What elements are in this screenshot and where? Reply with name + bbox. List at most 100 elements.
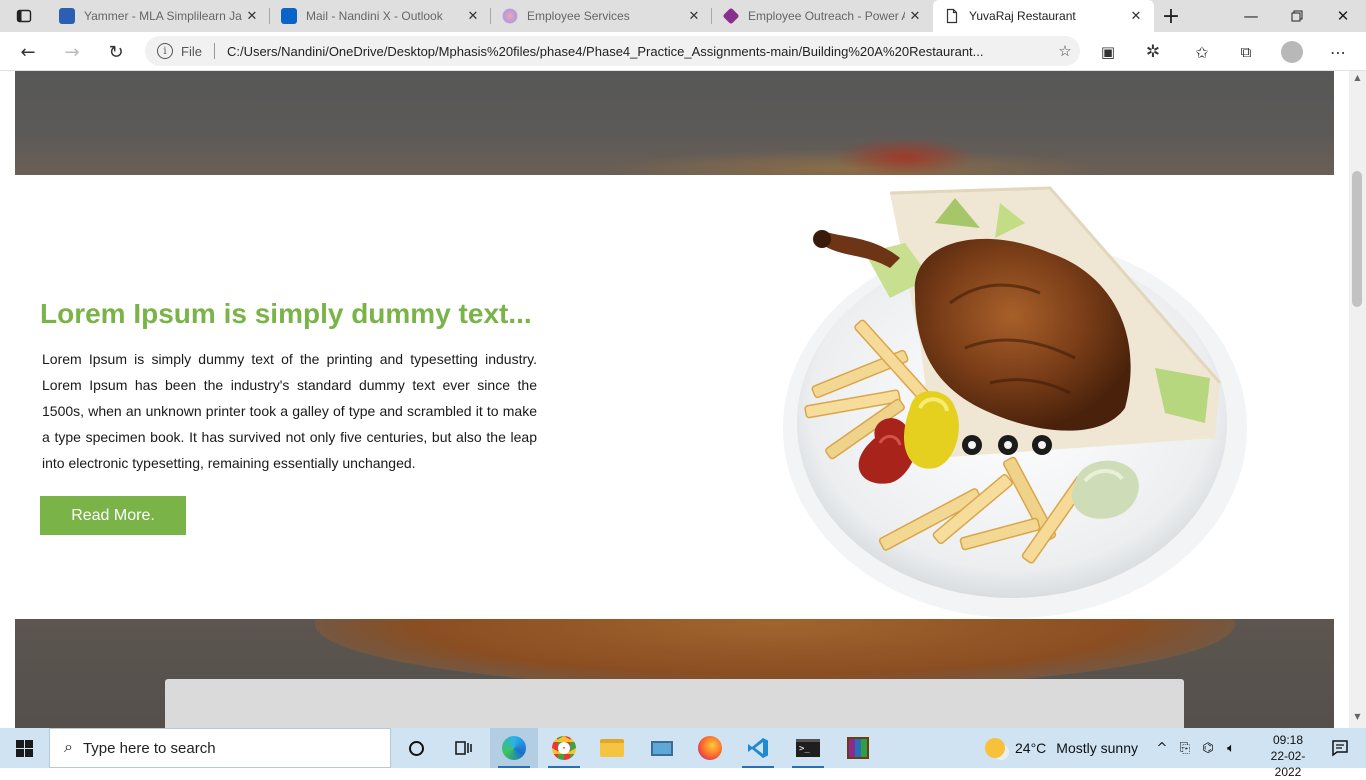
firefox-icon (698, 736, 722, 760)
taskbar-clock[interactable]: 09:18 22-02-2022 (1258, 732, 1318, 780)
tab-label: Employee Services (527, 9, 630, 23)
favorites-icon[interactable]: ✩ (1186, 36, 1218, 68)
tab-actions-icon (16, 9, 32, 23)
volume-icon[interactable]: 🔈︎ (1220, 741, 1242, 756)
scroll-down-arrow-icon[interactable]: ▼ (1349, 712, 1366, 726)
network-icon[interactable]: ⌬ (1196, 741, 1220, 756)
close-window-button[interactable]: ✕ (1320, 0, 1366, 32)
tab-yammer[interactable]: Yammer - MLA Simplilearn Ja ✕ (48, 0, 270, 32)
weather-temperature: 24°C (1015, 740, 1047, 756)
section-body-text: Lorem Ipsum is simply dummy text of the … (42, 351, 537, 471)
taskbar-chrome[interactable] (540, 728, 588, 768)
vscode-icon (748, 738, 768, 758)
more-icon: ⋯ (1330, 42, 1346, 62)
taskbar-edge[interactable] (490, 728, 538, 768)
back-button[interactable]: ← (12, 36, 44, 68)
tab-label: YuvaRaj Restaurant (969, 9, 1076, 23)
taskbar-winrar[interactable] (834, 728, 882, 768)
browser-toolbar: ← → ↻ i File C:/Users/Nandini/OneDrive/D… (0, 32, 1366, 71)
chevron-up-icon[interactable]: ^ (1150, 741, 1174, 756)
winrar-icon (847, 737, 869, 759)
edge-icon (502, 736, 526, 760)
cortana-button[interactable] (392, 728, 440, 768)
refresh-icon: ↻ (108, 41, 124, 63)
tab-collections-icon[interactable]: ⧉ (1230, 36, 1262, 68)
taskbar-search-box[interactable]: ⌕ Type here to search (49, 728, 391, 768)
employee-services-icon (502, 8, 518, 24)
grilled-chicken-plate-image (783, 186, 1247, 618)
extensions-icon[interactable]: ✲ (1137, 36, 1169, 68)
forward-button[interactable]: → (56, 36, 88, 68)
meet-now-icon[interactable]: ⎘ (1174, 741, 1196, 756)
page-gutter-right (1334, 71, 1349, 728)
task-view-button[interactable] (440, 728, 488, 768)
scrollbar-thumb[interactable] (1352, 171, 1362, 307)
tab-employee-services[interactable]: Employee Services ✕ (491, 0, 712, 32)
task-view-icon (455, 741, 472, 755)
notification-center-button[interactable] (1320, 728, 1360, 768)
add-favorite-icon[interactable]: ☆ (1050, 42, 1080, 60)
browser-tab-strip: Yammer - MLA Simplilearn Ja ✕ Mail - Nan… (0, 0, 1366, 32)
close-tab-icon[interactable]: ✕ (684, 8, 704, 24)
address-bar[interactable]: i File C:/Users/Nandini/OneDrive/Desktop… (145, 36, 1080, 66)
info-icon[interactable]: i (157, 43, 173, 59)
tab-employee-outreach[interactable]: Employee Outreach - Power A ✕ (712, 0, 933, 32)
url-text[interactable]: C:/Users/Nandini/OneDrive/Desktop/Mphasi… (227, 44, 1050, 59)
close-tab-icon[interactable]: ✕ (905, 8, 925, 24)
scroll-up-arrow-icon[interactable]: ▲ (1349, 73, 1366, 87)
section-headline: Lorem Ipsum is simply dummy text... (40, 298, 532, 329)
new-tab-button[interactable]: + (1150, 0, 1192, 32)
tab-label: Yammer - MLA Simplilearn Ja (84, 9, 242, 23)
omnibox-divider (213, 43, 215, 59)
taskbar-terminal[interactable]: >_ (784, 728, 832, 768)
terminal-icon: >_ (796, 739, 820, 757)
close-tab-icon[interactable]: ✕ (1126, 8, 1146, 24)
weather-widget[interactable]: 24°C Mostly sunny (985, 728, 1138, 768)
folder-icon (600, 739, 624, 757)
profile-avatar[interactable] (1276, 36, 1308, 68)
search-placeholder: Type here to search (82, 739, 216, 757)
plus-icon: + (1161, 3, 1181, 29)
tab-yuvaraj-restaurant[interactable]: YuvaRaj Restaurant ✕ (933, 0, 1154, 32)
close-tab-icon[interactable]: ✕ (242, 8, 262, 24)
taskbar-firefox[interactable] (686, 728, 734, 768)
restore-button[interactable] (1274, 0, 1320, 32)
chrome-icon (552, 736, 576, 760)
taskbar-file-explorer[interactable] (588, 728, 636, 768)
collections-icon[interactable]: ▣ (1092, 36, 1124, 68)
read-more-button[interactable]: Read More. (40, 496, 186, 535)
tab-label: Employee Outreach - Power A (748, 9, 905, 23)
bottom-content-card (165, 679, 1184, 728)
restore-icon (1291, 10, 1303, 22)
tab-outlook[interactable]: Mail - Nandini X - Outlook ✕ (270, 0, 491, 32)
clock-time: 09:18 (1272, 733, 1304, 747)
close-tab-icon[interactable]: ✕ (463, 8, 483, 24)
taskbar-this-pc[interactable] (638, 728, 686, 768)
vertical-scrollbar[interactable]: ▲ ▼ (1349, 71, 1366, 728)
url-scheme: File (181, 43, 202, 59)
power-apps-icon (722, 7, 740, 25)
minimize-button[interactable]: — (1228, 0, 1274, 32)
windows-logo-icon (15, 739, 33, 757)
computer-icon (651, 740, 673, 756)
avatar-icon (1281, 41, 1303, 63)
tab-actions-button[interactable] (0, 0, 48, 32)
page-gutter-left (0, 71, 15, 728)
outlook-icon (281, 8, 297, 24)
page-viewport: Lorem Ipsum is simply dummy text... Lore… (0, 71, 1349, 728)
windows-taskbar: ⌕ Type here to search >_ 24°C Mostly sun… (0, 728, 1366, 779)
settings-more-button[interactable]: ⋯ (1322, 36, 1354, 68)
arrow-left-icon: ← (20, 41, 36, 63)
arrow-right-icon: → (64, 41, 80, 63)
notification-icon (1332, 740, 1348, 757)
refresh-button[interactable]: ↻ (100, 36, 132, 68)
weather-condition: Mostly sunny (1056, 740, 1138, 756)
search-icon: ⌕ (64, 739, 73, 756)
start-button[interactable] (0, 728, 48, 768)
close-icon: ✕ (1336, 7, 1350, 25)
clock-date: 22-02-2022 (1270, 749, 1306, 779)
taskbar-vscode[interactable] (734, 728, 782, 768)
about-section: Lorem Ipsum is simply dummy text... Lore… (15, 175, 1334, 619)
yammer-icon (59, 8, 75, 24)
cortana-icon (408, 740, 424, 756)
